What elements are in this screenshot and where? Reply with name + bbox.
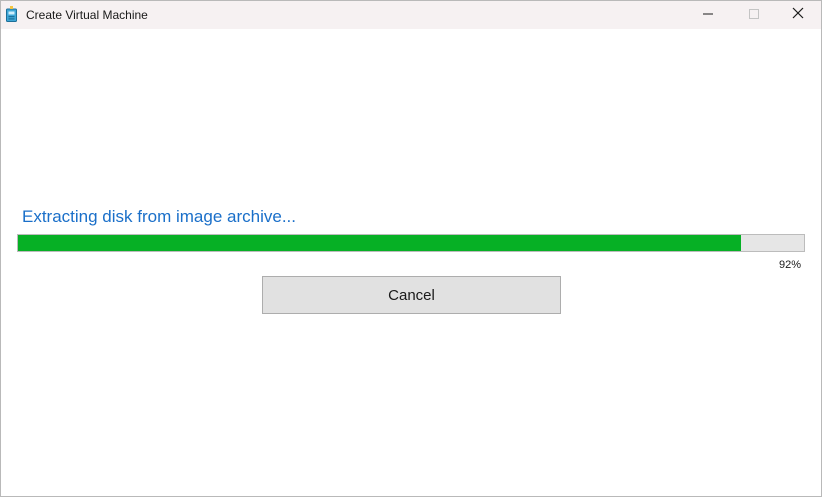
cancel-button[interactable]: Cancel [262,276,561,314]
minimize-button[interactable] [685,1,731,29]
status-message: Extracting disk from image archive... [22,207,296,226]
progress-bar [17,234,805,252]
window-title: Create Virtual Machine [26,8,148,22]
minimize-icon [703,6,713,24]
progress-percent: 92% [778,259,801,271]
progress-bar-fill [18,235,742,251]
dialog-content: Extracting disk from image archive... 92… [1,29,821,496]
vm-app-icon [6,6,17,22]
close-icon [792,6,804,24]
maximize-button[interactable] [731,1,777,29]
title-bar[interactable]: Create Virtual Machine [1,1,821,29]
create-vm-window: Create Virtual Machine Extracting disk f… [0,0,822,497]
maximize-icon [749,6,759,24]
close-button[interactable] [775,1,821,29]
